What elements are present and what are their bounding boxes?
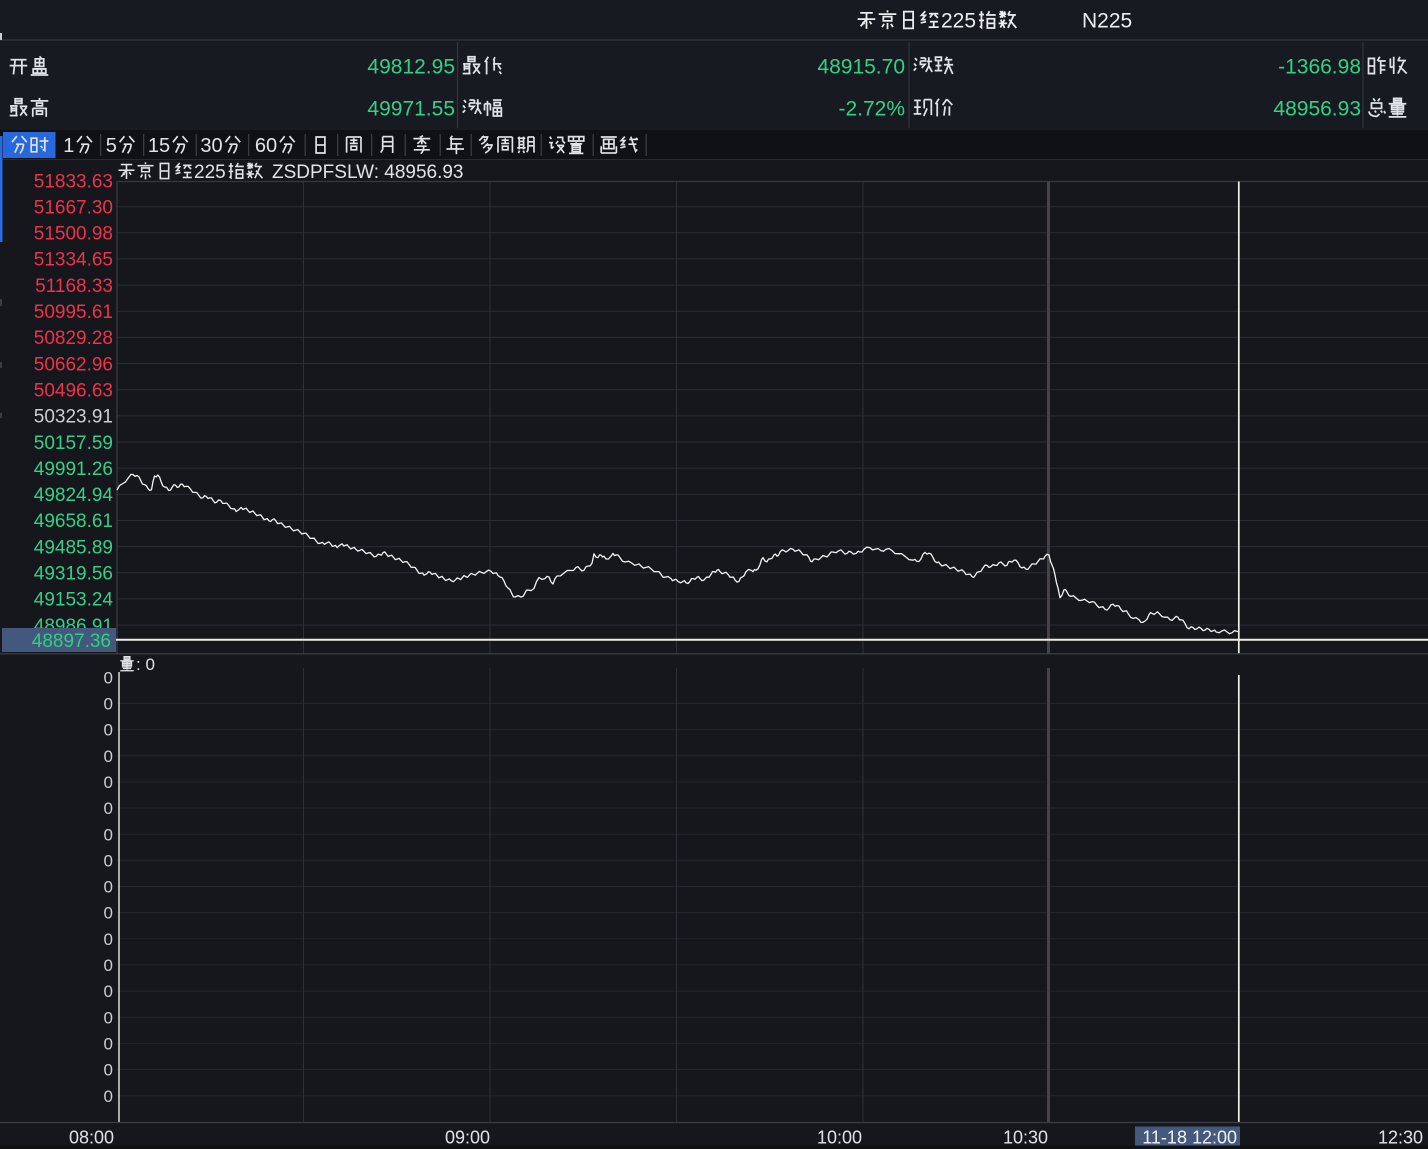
svg-text:09:00: 09:00 xyxy=(445,1127,490,1147)
svg-text:10:00: 10:00 xyxy=(817,1127,862,1147)
svg-text:11-18 12:00: 11-18 12:00 xyxy=(1142,1127,1237,1147)
svg-text:: 0: : 0 xyxy=(136,655,155,674)
svg-text:N225: N225 xyxy=(1082,10,1132,33)
svg-text:0: 0 xyxy=(104,982,113,1001)
svg-text:60: 60 xyxy=(255,135,277,157)
svg-text:49153.24: 49153.24 xyxy=(34,590,114,611)
svg-text:0: 0 xyxy=(104,878,113,897)
svg-text:48956.93: 48956.93 xyxy=(1273,98,1361,121)
svg-text:10:30: 10:30 xyxy=(1003,1127,1048,1147)
svg-text:15: 15 xyxy=(148,135,170,157)
svg-text:49824.94: 49824.94 xyxy=(34,485,114,506)
svg-text:49991.26: 49991.26 xyxy=(34,459,113,480)
svg-text:49319.56: 49319.56 xyxy=(34,564,113,585)
svg-text:50662.96: 50662.96 xyxy=(34,354,113,375)
svg-text:-2.72%: -2.72% xyxy=(838,98,905,121)
svg-text:0: 0 xyxy=(104,668,113,687)
svg-text:1: 1 xyxy=(63,135,74,157)
svg-text:49812.95: 49812.95 xyxy=(367,56,455,79)
svg-text:50323.91: 50323.91 xyxy=(34,407,113,428)
svg-text:48897.36: 48897.36 xyxy=(32,631,111,652)
svg-text:0: 0 xyxy=(104,904,113,923)
svg-text:49971.55: 49971.55 xyxy=(367,98,455,121)
svg-text:49485.89: 49485.89 xyxy=(34,537,113,558)
svg-text:0: 0 xyxy=(104,851,113,870)
svg-text:51334.65: 51334.65 xyxy=(34,250,113,271)
svg-text:0: 0 xyxy=(104,773,113,792)
svg-text:225: 225 xyxy=(941,10,976,33)
svg-text:0: 0 xyxy=(104,930,113,949)
svg-text:-1366.98: -1366.98 xyxy=(1278,56,1361,79)
svg-text:0: 0 xyxy=(104,747,113,766)
svg-text:0: 0 xyxy=(104,956,113,975)
svg-text:51500.98: 51500.98 xyxy=(34,224,113,245)
svg-text:5: 5 xyxy=(106,135,117,157)
svg-text:51833.63: 51833.63 xyxy=(34,171,113,192)
svg-text:0: 0 xyxy=(104,1008,113,1027)
svg-text:50157.59: 50157.59 xyxy=(34,433,113,454)
svg-text:0: 0 xyxy=(104,1061,113,1080)
svg-text:50995.61: 50995.61 xyxy=(34,302,113,323)
svg-text:50829.28: 50829.28 xyxy=(34,328,113,349)
svg-text:0: 0 xyxy=(104,721,113,740)
svg-text:08:00: 08:00 xyxy=(69,1127,114,1147)
svg-text:51667.30: 51667.30 xyxy=(34,197,113,218)
svg-text:0: 0 xyxy=(104,799,113,818)
svg-text:12:30: 12:30 xyxy=(1378,1127,1423,1147)
svg-text:50496.63: 50496.63 xyxy=(34,381,113,402)
svg-text:225: 225 xyxy=(194,162,226,183)
svg-text:0: 0 xyxy=(104,825,113,844)
svg-text:0: 0 xyxy=(104,1035,113,1054)
svg-text:51168.33: 51168.33 xyxy=(35,276,113,297)
svg-text:0: 0 xyxy=(104,695,113,714)
svg-text:30: 30 xyxy=(200,135,222,157)
svg-text:49658.61: 49658.61 xyxy=(34,511,113,532)
svg-text:48915.70: 48915.70 xyxy=(817,56,905,79)
svg-text:0: 0 xyxy=(104,1087,113,1106)
svg-text:ZSDPFSLW: 48956.93: ZSDPFSLW: 48956.93 xyxy=(272,162,464,183)
